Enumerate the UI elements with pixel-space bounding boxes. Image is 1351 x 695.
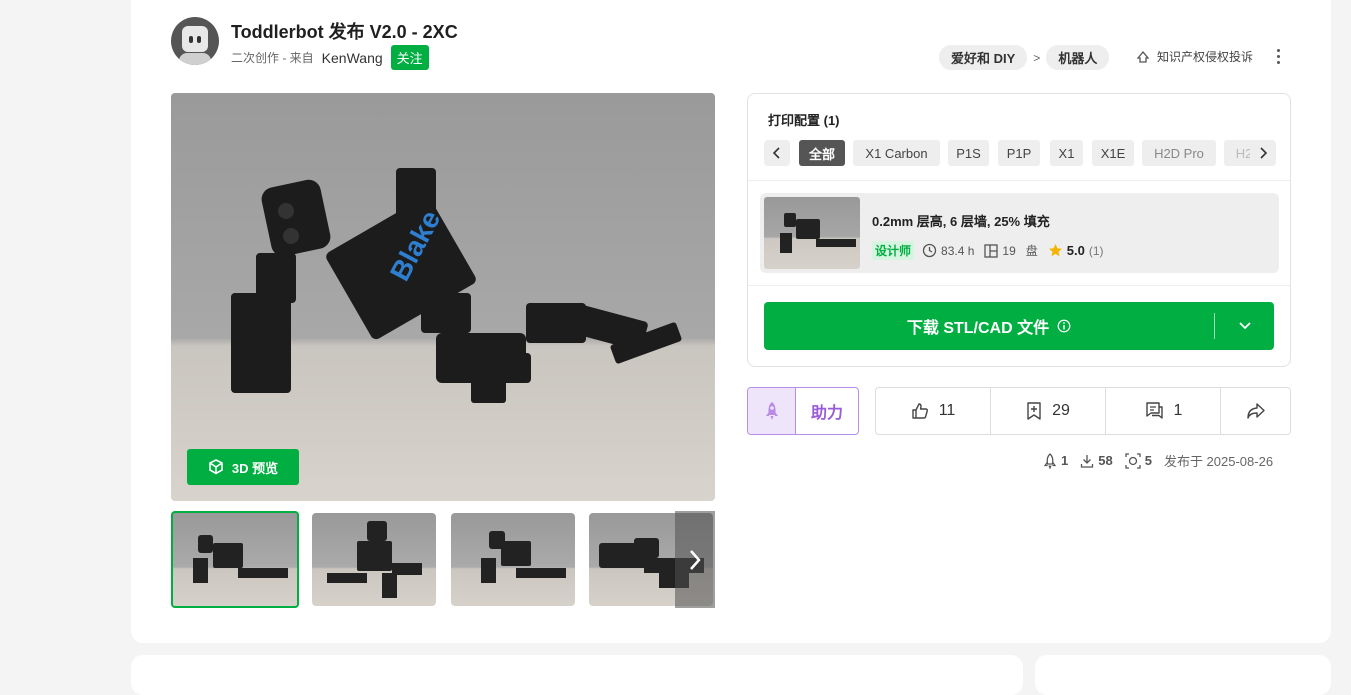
boost-button[interactable]: 助力: [747, 387, 859, 435]
print-time: 83.4 h: [922, 243, 974, 258]
rating-count: (1): [1088, 243, 1104, 258]
like-count: 11: [938, 402, 956, 419]
breadcrumb-hobby-diy[interactable]: 爱好和 DIY: [939, 45, 1028, 70]
thumbnail-3[interactable]: [451, 513, 575, 606]
thumbs-up-icon: [911, 403, 928, 419]
lower-left-panel: [131, 655, 1023, 695]
profile-name: 0.2mm 层高, 6 层墙, 25% 填充: [872, 214, 1050, 229]
download-count: 58: [1098, 453, 1113, 468]
comment-icon: [1145, 402, 1163, 419]
comment-count: 1: [1173, 402, 1183, 419]
cube-icon: [209, 459, 223, 475]
filter-h2d-pro[interactable]: H2D Pro: [1142, 140, 1216, 166]
clock-icon: [922, 243, 937, 258]
thumbnail-1[interactable]: [171, 511, 299, 608]
collect-count: 29: [1052, 402, 1070, 419]
printer-filter-bar: 全部 X1 Carbon P1S P1P X1 X1E H2D Pro H2: [762, 140, 1278, 168]
boost-count: 1: [1061, 453, 1069, 468]
breadcrumb-separator: >: [1033, 50, 1041, 65]
filter-x1-carbon[interactable]: X1 Carbon: [853, 140, 940, 166]
print-count: 5: [1144, 453, 1152, 468]
plate-count-value: 19: [1002, 243, 1016, 258]
action-bar: 11 29 1: [875, 387, 1291, 435]
bookmark-add-icon: [1027, 402, 1041, 420]
remix-label: 二次创作 - 来自: [231, 51, 314, 65]
print-stat: 5: [1125, 452, 1152, 469]
ip-report-link[interactable]: 知识产权侵权投诉: [1135, 48, 1253, 65]
report-label: 知识产权侵权投诉: [1157, 50, 1254, 64]
main-model-image[interactable]: Blake: [171, 93, 715, 501]
publish-date: 发布于 2025-08-26: [1163, 454, 1274, 469]
print-profile-item[interactable]: 0.2mm 层高, 6 层墙, 25% 填充 设计师 83.4 h 19 盘 5…: [760, 193, 1279, 273]
chevron-down-icon: [1238, 322, 1251, 330]
divider: [748, 285, 1290, 286]
filter-all[interactable]: 全部: [799, 140, 845, 166]
author-link[interactable]: KenWang: [322, 50, 383, 66]
chevron-right-icon: [690, 549, 701, 570]
model-stats: 1 58 5 发布于 2025-08-26: [1043, 451, 1273, 470]
filter-x1[interactable]: X1: [1050, 140, 1083, 166]
download-icon: [1081, 454, 1094, 468]
rocket-icon: [1043, 452, 1057, 469]
profile-thumbnail: [764, 197, 860, 269]
chevron-right-icon: [1260, 147, 1268, 159]
breadcrumb: 爱好和 DIY > 机器人: [939, 45, 1110, 70]
chevron-left-icon: [772, 147, 780, 159]
plate-icon: [984, 243, 999, 258]
comment-button[interactable]: 1: [1106, 388, 1221, 434]
print-profile-title: 打印配置 (1): [768, 113, 840, 128]
download-stat: 58: [1080, 453, 1113, 468]
thumbnail-2[interactable]: [312, 513, 436, 606]
info-icon: [1057, 319, 1071, 333]
download-options-button[interactable]: [1215, 302, 1274, 350]
filter-x1e[interactable]: X1E: [1092, 140, 1134, 166]
lower-right-panel: [1035, 655, 1331, 695]
plate-count: 19: [984, 243, 1016, 258]
boost-stat: 1: [1043, 452, 1069, 469]
like-button[interactable]: 11: [876, 388, 991, 434]
filter-next-button[interactable]: [1250, 140, 1276, 166]
designer-badge: 设计师: [872, 241, 915, 260]
filter-p1p[interactable]: P1P: [998, 140, 1040, 166]
rating-value: 5.0: [1066, 243, 1085, 258]
share-icon: [1246, 403, 1265, 419]
share-button[interactable]: [1221, 388, 1290, 434]
author-line: 二次创作 - 来自 KenWang 关注: [231, 45, 429, 70]
follow-button[interactable]: 关注: [390, 45, 429, 70]
gallery-next-button[interactable]: [675, 511, 715, 608]
collect-button[interactable]: 29: [991, 388, 1106, 434]
report-icon: [1136, 50, 1150, 63]
rocket-icon: [748, 388, 796, 434]
print-profile-panel: 打印配置 (1) 全部 X1 Carbon P1S P1P X1 X1E H2D…: [747, 93, 1291, 367]
3d-preview-button[interactable]: 3D 预览: [187, 449, 299, 485]
profile-meta: 设计师 83.4 h 19 盘 5.0 (1): [872, 241, 1104, 260]
divider: [748, 180, 1290, 181]
avatar[interactable]: [171, 17, 219, 65]
download-button[interactable]: 下载 STL/CAD 文件: [764, 302, 1274, 350]
more-options-icon[interactable]: [1272, 47, 1284, 67]
page-title: Toddlerbot 发布 V2.0 - 2XC: [231, 22, 458, 42]
preview-label: 3D 预览: [231, 460, 279, 476]
download-main[interactable]: 下载 STL/CAD 文件: [764, 302, 1214, 350]
filter-p1s[interactable]: P1S: [948, 140, 989, 166]
star-icon: [1048, 244, 1062, 257]
print-scan-icon: [1125, 452, 1141, 469]
plate-unit: 盘: [1025, 244, 1038, 258]
boost-label: 助力: [810, 405, 843, 422]
download-label: 下载 STL/CAD 文件: [906, 320, 1050, 337]
breadcrumb-robots[interactable]: 机器人: [1046, 45, 1110, 70]
filter-prev-button[interactable]: [764, 140, 790, 166]
print-time-value: 83.4 h: [941, 243, 975, 258]
